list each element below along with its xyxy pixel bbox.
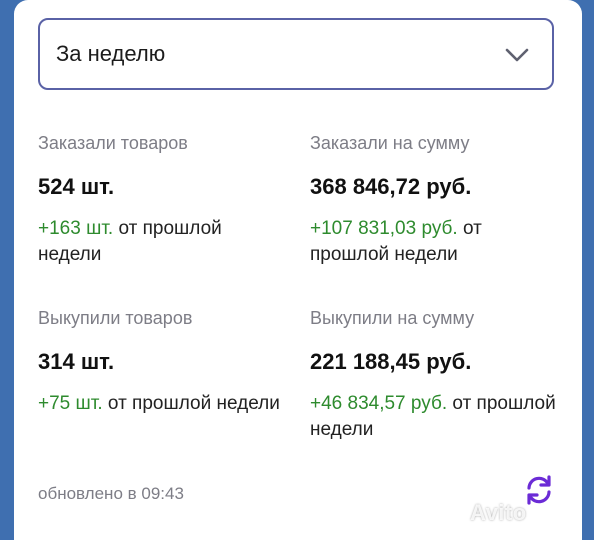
stat-value: 221 188,45 руб. xyxy=(310,349,472,374)
avito-watermark: Avito xyxy=(470,500,527,525)
refresh-icon[interactable] xyxy=(522,473,556,507)
stat-delta-value: +163 шт. xyxy=(38,218,114,239)
stat-label: Выкупили на сумму xyxy=(310,308,475,328)
stat-delta-value: +46 834,57 руб. xyxy=(310,393,448,414)
stat-delta: +75 шт. от прошлой недели xyxy=(38,391,288,417)
chevron-down-icon xyxy=(505,48,529,62)
stat-bought-sum: Выкупили на сумму 221 188,45 руб. +46 83… xyxy=(310,307,560,443)
stat-label: Заказали на сумму xyxy=(310,133,470,153)
stat-value: 368 846,72 руб. xyxy=(310,174,472,199)
stat-delta-suffix: от прошлой недели xyxy=(102,393,280,414)
period-select-value: За неделю xyxy=(56,41,166,66)
stat-label: Заказали товаров xyxy=(38,133,188,153)
stat-value: 524 шт. xyxy=(38,174,115,199)
updated-timestamp: обновлено в 09:43 xyxy=(38,484,184,503)
stat-ordered-items: Заказали товаров 524 шт. +163 шт. от про… xyxy=(38,132,288,268)
period-select[interactable]: За неделю xyxy=(38,18,554,90)
stat-delta: +46 834,57 руб. от прошлой недели xyxy=(310,391,560,443)
stat-ordered-sum: Заказали на сумму 368 846,72 руб. +107 8… xyxy=(310,132,560,268)
stat-delta-value: +107 831,03 руб. xyxy=(310,218,458,239)
stat-delta: +163 шт. от прошлой недели xyxy=(38,216,288,268)
stat-delta: +107 831,03 руб. от прошлой недели xyxy=(310,216,560,268)
stat-label: Выкупили товаров xyxy=(38,308,193,328)
stat-bought-items: Выкупили товаров 314 шт. +75 шт. от прош… xyxy=(38,307,288,417)
stat-delta-value: +75 шт. xyxy=(38,393,103,414)
stats-card: За неделю Заказали товаров 524 шт. +163 … xyxy=(14,0,582,540)
stat-value: 314 шт. xyxy=(38,349,115,374)
